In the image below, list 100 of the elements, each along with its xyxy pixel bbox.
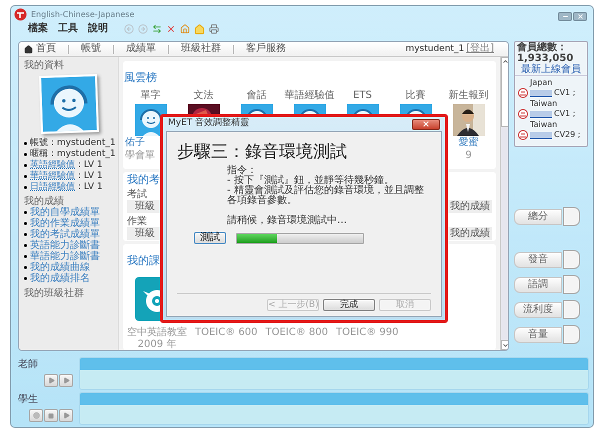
course-caption: 2009 年 [138, 339, 176, 350]
bullet-icon [24, 277, 27, 280]
slow-play-button[interactable] [59, 374, 73, 387]
grade-link[interactable]: 我的自學成績單 [30, 207, 100, 218]
scrollbar[interactable] [500, 57, 508, 350]
nav-tab[interactable]: 班級社群 [181, 44, 221, 54]
student-label: 學生 [17, 392, 39, 407]
scroll-down-icon[interactable] [502, 342, 508, 348]
category-label: 華語經驗值 [284, 90, 334, 102]
category-label: ETS [353, 90, 372, 102]
printer-icon[interactable] [209, 24, 219, 34]
member-level: CV1 ; [554, 88, 576, 98]
profile-value: : mystudent_1 [51, 149, 116, 160]
step-heading: 步驟三：錄音環境測試 [177, 142, 348, 162]
category-label: 單字 [140, 90, 160, 102]
course-caption: TOEIC® 600 [195, 327, 258, 338]
grade-link[interactable]: 華語能力診斷書 [30, 251, 100, 262]
grade-link[interactable]: 英語能力診斷書 [30, 240, 100, 251]
grade-link[interactable]: 我的考試成績單 [30, 229, 100, 240]
exam-cell: 班級 [135, 228, 155, 240]
member-country: Taiwan [529, 99, 558, 109]
score-field [563, 275, 580, 294]
close-button[interactable] [412, 118, 440, 130]
bullet-icon [24, 266, 27, 269]
bullet-icon [24, 222, 27, 225]
winner-link[interactable]: 愛蜜 [458, 137, 478, 149]
instruction-text: - 精靈會測試及評估您的錄音環境，並且調整各項錄音參數。 [227, 186, 425, 206]
minimize-icon [562, 13, 568, 20]
bullet-icon [24, 153, 27, 156]
score-field [563, 207, 580, 226]
play-icon [62, 412, 70, 419]
emblem-icon [518, 88, 528, 98]
menu-item[interactable]: 檔案 [28, 24, 48, 34]
emblem-icon [518, 109, 528, 119]
swap-arrows-icon[interactable] [152, 24, 162, 34]
profile-link[interactable]: 英語經驗值 [30, 160, 75, 171]
grade-link[interactable]: 我的成績 [450, 228, 490, 240]
dialog-title: MyET 音效調整精靈 [168, 117, 250, 130]
test-button[interactable]: 測試 [194, 232, 226, 244]
play-button[interactable] [59, 409, 73, 422]
record-button[interactable] [29, 409, 43, 422]
score-button[interactable]: 音量 [514, 326, 562, 342]
nav-tab[interactable]: 帳號 [81, 44, 101, 54]
back-icon[interactable] [124, 24, 134, 34]
grade-link[interactable]: 我的成績 [450, 201, 490, 212]
card-title: 風雲榜 [124, 71, 157, 84]
profile-link[interactable]: 華語經驗值 [30, 171, 75, 182]
score-button[interactable]: 發音 [514, 252, 562, 268]
section-title: 我的成績 [24, 196, 65, 207]
section-title[interactable]: 我的班級社群 [24, 288, 113, 299]
group-label: 考試 [127, 189, 147, 200]
home-icon[interactable] [180, 24, 190, 34]
profile-link[interactable]: 日語經驗值 [30, 182, 75, 193]
member-link[interactable] [530, 110, 552, 118]
grade-link[interactable]: 我的成績曲線 [30, 262, 90, 273]
member-link[interactable] [530, 132, 552, 138]
grade-link[interactable]: 我的成績排名 [30, 273, 90, 284]
stop-button[interactable] [44, 409, 58, 422]
minimize-button[interactable] [558, 12, 572, 21]
emblem-icon [518, 130, 528, 140]
profile-label: 暱稱 [30, 149, 48, 160]
score-field [563, 250, 580, 269]
menu-item[interactable]: 說明 [88, 24, 108, 34]
play-icon [62, 377, 70, 384]
bullet-icon [24, 142, 27, 145]
close-button[interactable] [573, 12, 587, 21]
winner-detail: 學會單 [125, 150, 155, 162]
nav-tab[interactable]: 客戶服務 [246, 44, 286, 54]
profile-value: : LV 1 [78, 182, 103, 193]
winner-link[interactable]: 佑子 [125, 137, 145, 149]
menu-item[interactable]: 工具 [58, 24, 78, 34]
forward-icon[interactable] [138, 24, 148, 34]
teacher-label: 老師 [17, 358, 39, 372]
scroll-up-icon[interactable] [502, 58, 508, 65]
wizard-button[interactable]: 完成 [323, 299, 375, 311]
course-caption: 空中英語教室 [127, 327, 187, 338]
play-button[interactable] [44, 374, 58, 387]
member-level: CV1 ; [554, 109, 576, 119]
score-field [563, 300, 580, 319]
profile-label: 帳號 [30, 138, 48, 148]
close-icon [422, 120, 430, 128]
logout-link[interactable]: [登出] [466, 44, 494, 54]
course-caption: TOEIC® 990 [336, 327, 398, 338]
group-label: 作業 [127, 216, 147, 228]
nav-tab[interactable]: 首頁 [24, 44, 56, 54]
score-field [563, 325, 580, 344]
member-link[interactable] [530, 90, 552, 96]
home-icon[interactable] [194, 24, 205, 34]
profile-value: : mystudent_1 [51, 138, 116, 149]
bullet-icon [24, 186, 27, 189]
category-label: 比賽 [406, 90, 426, 102]
score-button[interactable]: 語調 [514, 276, 562, 292]
grade-link[interactable]: 我的作業成績單 [30, 218, 100, 229]
nav-tab[interactable]: 成績單 [126, 44, 156, 54]
category-label: 會話 [246, 90, 266, 102]
score-button[interactable]: 流利度 [514, 302, 562, 318]
close-icon[interactable] [166, 24, 176, 34]
score-button[interactable]: 總分 [514, 208, 562, 224]
category-label: 新生報到 [448, 90, 488, 102]
latest-members-link[interactable]: 最新上線會員 [517, 64, 585, 75]
